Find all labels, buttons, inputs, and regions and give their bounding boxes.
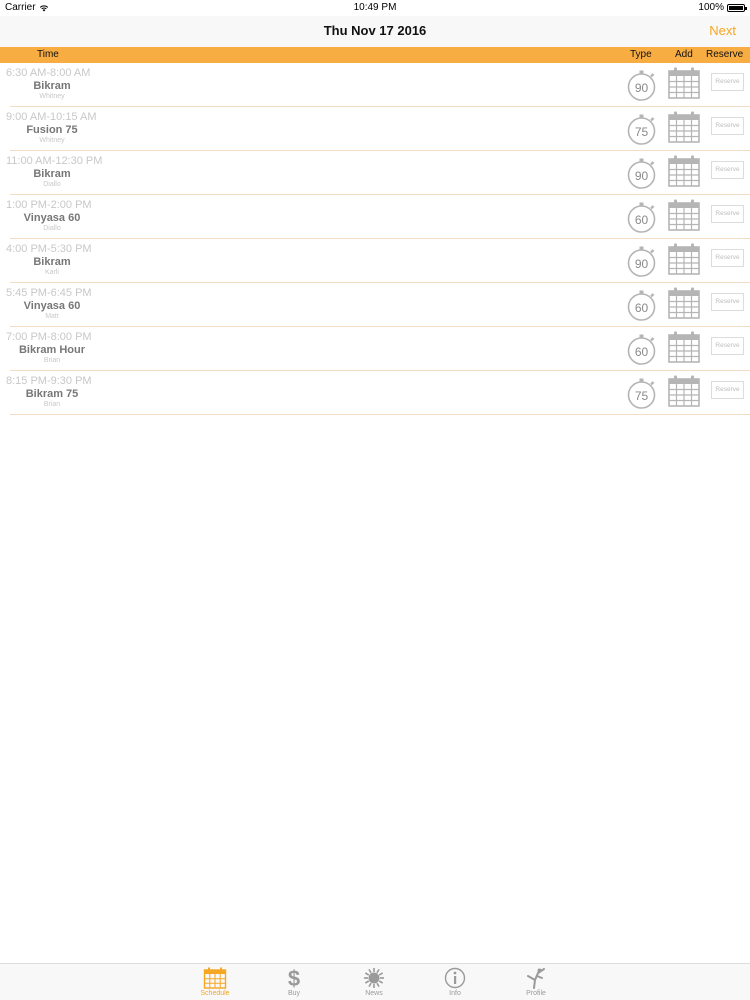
reserve-button[interactable]: Reserve [711,337,744,355]
tab-schedule[interactable]: Schedule [190,964,240,1000]
duration-value: 75 [634,125,649,139]
status-bar: Carrier 10:49 PM 100% [0,0,750,16]
tab-bar: Schedule $ Buy News Info Profile [0,963,750,1000]
class-instructor: Diallo [43,225,61,232]
class-name: Bikram Hour [18,344,86,356]
duration-value: 90 [634,257,649,271]
class-instructor: Karli [44,269,59,276]
duration-value: 75 [634,389,649,403]
reserve-button[interactable]: Reserve [711,293,744,311]
class-instructor: Matt [45,313,59,320]
schedule-header: Time Type Add Reserve [0,47,750,63]
reserve-button[interactable]: Reserve [711,205,744,223]
class-row[interactable]: 6:30 AM-8:00 AM Bikram Whitney 90 Reserv… [0,63,750,107]
duration-value: 90 [634,169,649,183]
next-button[interactable]: Next [709,23,736,38]
reserve-button[interactable]: Reserve [711,73,744,91]
reserve-button[interactable]: Reserve [711,381,744,399]
navigation-bar: Thu Nov 17 2016 Next [0,16,750,47]
class-instructor: Whitney [39,137,65,144]
class-time: 8:15 PM-9:30 PM [6,375,92,387]
header-type: Type [630,49,652,60]
class-name: Bikram [33,168,71,180]
class-time: 11:00 AM-12:30 PM [6,155,103,167]
duration-timer-icon: 75 [626,376,658,410]
class-instructor: Whitney [39,93,65,100]
class-name: Vinyasa 60 [23,212,81,224]
tab-profile[interactable]: Profile [511,964,561,1000]
class-time: 9:00 AM-10:15 AM [6,111,97,123]
yoga-pose-icon [527,968,545,989]
page-title: Thu Nov 17 2016 [323,23,427,38]
battery-group: 100% [698,2,747,13]
duration-timer-icon: 90 [626,156,658,190]
tab-label: News [365,990,383,997]
schedule-list: 6:30 AM-8:00 AM Bikram Whitney 90 Reserv… [0,63,750,415]
header-add: Add [675,49,693,60]
svg-text:$: $ [288,967,300,989]
class-name: Bikram [33,80,71,92]
add-to-calendar-icon[interactable] [667,110,701,144]
class-name: Fusion 75 [26,124,78,136]
tab-label: Schedule [200,990,230,997]
duration-value: 60 [634,213,649,227]
class-row[interactable]: 8:15 PM-9:30 PM Bikram 75 Brian 75 Reser… [0,371,750,415]
sun-icon [364,968,384,988]
class-row[interactable]: 4:00 PM-5:30 PM Bikram Karli 90 Reserve [0,239,750,283]
duration-timer-icon: 90 [626,68,658,102]
class-instructor: Brian [43,401,61,408]
duration-timer-icon: 60 [626,332,658,366]
duration-value: 60 [634,345,649,359]
duration-timer-icon: 75 [626,112,658,146]
class-instructor: Brian [43,357,61,364]
tab-label: Profile [526,990,546,997]
tab-label: Buy [287,990,301,997]
tab-info[interactable]: Info [430,964,480,1000]
calendar-icon [203,967,227,989]
add-to-calendar-icon[interactable] [667,330,701,364]
add-to-calendar-icon[interactable] [667,242,701,276]
status-clock: 10:49 PM [353,2,397,13]
tab-buy[interactable]: $ Buy [269,964,319,1000]
class-row[interactable]: 11:00 AM-12:30 PM Bikram Diallo 90 Reser… [0,151,750,195]
duration-timer-icon: 60 [626,288,658,322]
add-to-calendar-icon[interactable] [667,66,701,100]
class-instructor: Diallo [43,181,61,188]
add-to-calendar-icon[interactable] [667,198,701,232]
class-row[interactable]: 1:00 PM-2:00 PM Vinyasa 60 Diallo 60 Res… [0,195,750,239]
add-to-calendar-icon[interactable] [667,154,701,188]
tab-news[interactable]: News [349,964,399,1000]
add-to-calendar-icon[interactable] [667,286,701,320]
class-name: Bikram 75 [25,388,79,400]
class-row[interactable]: 5:45 PM-6:45 PM Vinyasa 60 Matt 60 Reser… [0,283,750,327]
battery-percent: 100% [698,2,724,13]
class-time: 6:30 AM-8:00 AM [6,67,91,79]
battery-icon [727,3,747,12]
tab-label: Info [449,990,461,997]
app-screen: Carrier 10:49 PM 100% Thu Nov 17 2016 Ne… [0,0,750,1000]
class-name: Bikram [33,256,71,268]
info-icon [444,967,466,989]
duration-timer-icon: 60 [626,200,658,234]
class-time: 4:00 PM-5:30 PM [6,243,92,255]
class-time: 5:45 PM-6:45 PM [6,287,92,299]
class-row[interactable]: 9:00 AM-10:15 AM Fusion 75 Whitney 75 Re… [0,107,750,151]
add-to-calendar-icon[interactable] [667,374,701,408]
reserve-button[interactable]: Reserve [711,117,744,135]
header-reserve: Reserve [706,49,744,60]
class-time: 7:00 PM-8:00 PM [6,331,92,343]
class-name: Vinyasa 60 [23,300,81,312]
dollar-icon: $ [288,967,300,989]
duration-value: 90 [634,81,649,95]
class-time: 1:00 PM-2:00 PM [6,199,92,211]
reserve-button[interactable]: Reserve [711,249,744,267]
header-time: Time [37,49,59,60]
duration-value: 60 [634,301,649,315]
reserve-button[interactable]: Reserve [711,161,744,179]
duration-timer-icon: 90 [626,244,658,278]
class-row[interactable]: 7:00 PM-8:00 PM Bikram Hour Brian 60 Res… [0,327,750,371]
